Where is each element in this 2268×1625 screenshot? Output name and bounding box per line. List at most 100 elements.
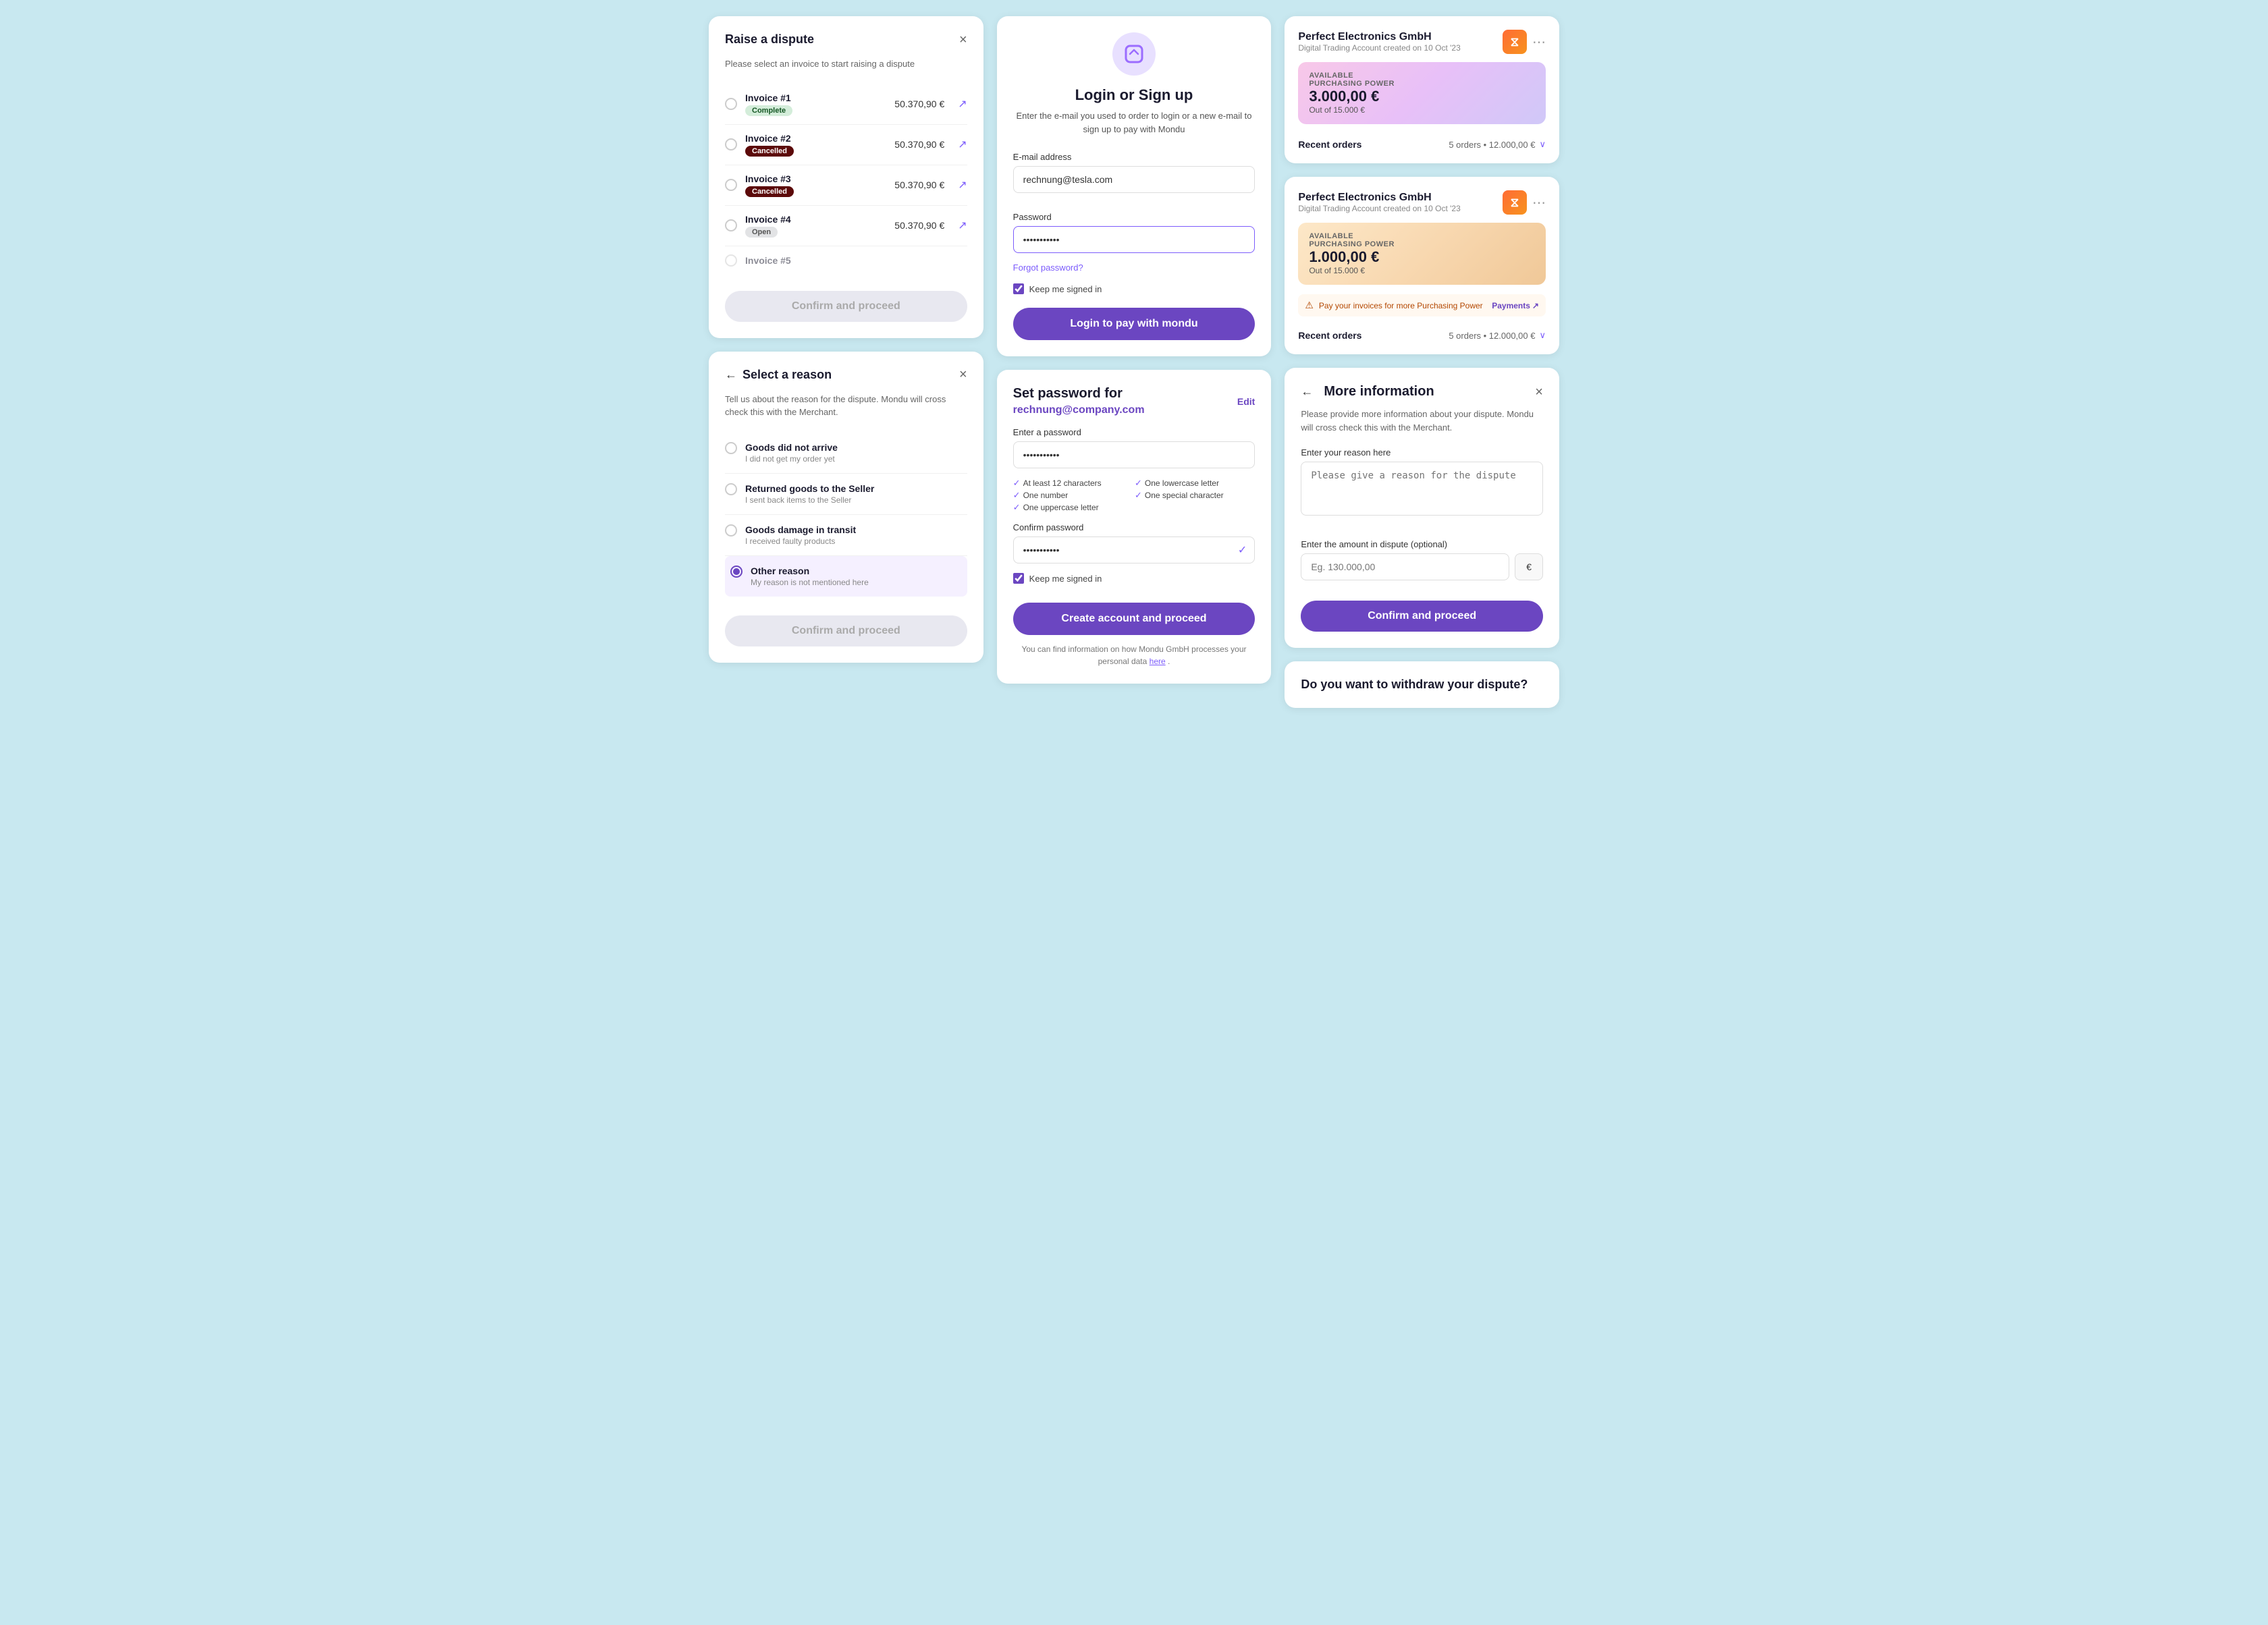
remember-me-label: Keep me signed in (1029, 284, 1102, 294)
account-2-recent-orders: Recent orders 5 orders • 12.000,00 € ∨ (1298, 325, 1546, 341)
privacy-link[interactable]: here (1150, 657, 1166, 666)
reason-back-button[interactable]: ← (725, 368, 737, 382)
dispute-header: Raise a dispute × (725, 32, 967, 47)
account-2-name: Perfect Electronics GmbH (1298, 192, 1460, 204)
invoice-amount-1: 50.370,90 € (894, 99, 944, 109)
account-2-header: Perfect Electronics GmbH Digital Trading… (1298, 190, 1546, 215)
more-info-back-button[interactable]: ← (1301, 385, 1313, 399)
invoice-radio-5[interactable] (725, 254, 737, 267)
account-1-header: Perfect Electronics GmbH Digital Trading… (1298, 30, 1546, 54)
set-password-card: Set password for rechnung@company.com Ed… (997, 370, 1272, 684)
payments-link[interactable]: Payments ↗ (1492, 301, 1539, 310)
account-2-more-icon[interactable]: ⋯ (1532, 194, 1546, 211)
more-info-close-button[interactable]: × (1535, 385, 1543, 399)
reason-item-goods-not-arrive[interactable]: Goods did not arrive I did not get my or… (725, 433, 967, 474)
account-2-power-label: AVAILABLEPURCHASING POWER (1309, 232, 1535, 248)
invoice-ext-link-1[interactable]: ↗ (958, 97, 967, 111)
new-pw-label: Enter a password (1013, 427, 1256, 437)
pw-rule-2: ✓ One lowercase letter (1135, 478, 1255, 489)
confirm-password-group: Confirm password ✓ (1013, 522, 1256, 563)
reason-sub-4: My reason is not mentioned here (751, 578, 869, 587)
more-info-subtitle: Please provide more information about yo… (1301, 408, 1543, 434)
reason-radio-1[interactable] (725, 442, 737, 454)
dispute-confirm-button[interactable]: Confirm and proceed (725, 291, 967, 322)
dispute-title: Raise a dispute (725, 32, 814, 47)
account-1-more-icon[interactable]: ⋯ (1532, 34, 1546, 51)
invoice-radio-2[interactable] (725, 138, 737, 150)
invoice-item[interactable]: Invoice #4 Open 50.370,90 € ↗ (725, 206, 967, 246)
edit-email-link[interactable]: Edit (1237, 396, 1255, 407)
invoice-radio-3[interactable] (725, 179, 737, 191)
account-2-warning: ⚠ Pay your invoices for more Purchasing … (1298, 294, 1546, 316)
invoice-ext-link-3[interactable]: ↗ (958, 178, 967, 192)
reason-radio-4[interactable] (730, 566, 742, 578)
email-input[interactable] (1013, 166, 1256, 193)
more-info-title: More information (1324, 384, 1434, 400)
reason-close-button[interactable]: × (959, 368, 967, 381)
confirm-password-input[interactable] (1013, 536, 1256, 563)
account-1-power-amount: 3.000,00 € (1309, 88, 1535, 105)
email-label: E-mail address (1013, 152, 1256, 162)
confirm-pw-input-row: ✓ (1013, 536, 1256, 563)
dispute-subtitle: Please select an invoice to start raisin… (725, 57, 967, 71)
password-input[interactable] (1013, 226, 1256, 253)
invoice-name-3: Invoice #3 (745, 173, 886, 184)
account-card-2: Perfect Electronics GmbH Digital Trading… (1285, 177, 1559, 354)
invoice-item[interactable]: Invoice #1 Complete 50.370,90 € ↗ (725, 84, 967, 125)
reason-item-returned[interactable]: Returned goods to the Seller I sent back… (725, 474, 967, 515)
pw-rule-4: ✓ One special character (1135, 490, 1255, 501)
account-1-chevron-icon[interactable]: ∨ (1539, 139, 1546, 150)
account-2-chevron-icon[interactable]: ∨ (1539, 330, 1546, 341)
amount-input[interactable] (1301, 553, 1509, 580)
set-pw-remember-checkbox[interactable] (1013, 573, 1024, 584)
invoice-name-2: Invoice #2 (745, 133, 886, 144)
create-account-button[interactable]: Create account and proceed (1013, 603, 1256, 635)
account-1-power-label: AVAILABLEPURCHASING POWER (1309, 72, 1535, 88)
warning-text: Pay your invoices for more Purchasing Po… (1319, 301, 1486, 310)
account-2-recent-label: Recent orders (1298, 330, 1361, 341)
reason-confirm-button[interactable]: Confirm and proceed (725, 615, 967, 646)
column-1: Raise a dispute × Please select an invoi… (709, 16, 983, 708)
new-password-input[interactable] (1013, 441, 1256, 468)
account-2-power-amount: 1.000,00 € (1309, 248, 1535, 266)
set-pw-title: Set password for (1013, 386, 1145, 402)
set-pw-header: Set password for rechnung@company.com Ed… (1013, 386, 1256, 416)
reason-sub-2: I sent back items to the Seller (745, 495, 874, 505)
more-info-confirm-button[interactable]: Confirm and proceed (1301, 601, 1543, 632)
login-title: Login or Sign up (1013, 86, 1256, 104)
login-button[interactable]: Login to pay with mondu (1013, 308, 1256, 340)
reason-text-group: Enter your reason here (1301, 447, 1543, 530)
invoice-radio-4[interactable] (725, 219, 737, 231)
set-pw-remember-row: Keep me signed in (1013, 573, 1256, 584)
invoice-item[interactable]: Invoice #2 Cancelled 50.370,90 € ↗ (725, 125, 967, 165)
remember-me-row: Keep me signed in (1013, 283, 1256, 294)
pw-rule-3: ✓ One number (1013, 490, 1133, 501)
reason-radio-2[interactable] (725, 483, 737, 495)
reason-item-other[interactable]: Other reason My reason is not mentioned … (725, 556, 967, 597)
select-reason-card: ← Select a reason × Tell us about the re… (709, 352, 983, 663)
set-pw-remember-label: Keep me signed in (1029, 574, 1102, 584)
invoice-item[interactable]: Invoice #5 (725, 246, 967, 275)
account-2-sub: Digital Trading Account created on 10 Oc… (1298, 204, 1460, 213)
reason-radio-3[interactable] (725, 524, 737, 536)
amount-label: Enter the amount in dispute (optional) (1301, 539, 1543, 549)
more-info-header: ← More information × (1301, 384, 1543, 400)
amount-group: Enter the amount in dispute (optional) € (1301, 539, 1543, 580)
remember-me-checkbox[interactable] (1013, 283, 1024, 294)
dispute-close-button[interactable]: × (959, 33, 967, 47)
invoice-ext-link-4[interactable]: ↗ (958, 219, 967, 232)
reason-text-label: Enter your reason here (1301, 447, 1543, 458)
privacy-note: You can find information on how Mondu Gm… (1013, 643, 1256, 667)
account-1-name: Perfect Electronics GmbH (1298, 31, 1460, 43)
withdraw-dispute-card: Do you want to withdraw your dispute? (1285, 661, 1559, 708)
invoice-badge-3: Cancelled (745, 186, 794, 197)
invoice-radio-1[interactable] (725, 98, 737, 110)
reason-textarea[interactable] (1301, 462, 1543, 516)
invoice-amount-3: 50.370,90 € (894, 180, 944, 190)
invoice-ext-link-2[interactable]: ↗ (958, 138, 967, 151)
reason-text-4: Other reason (751, 566, 869, 576)
reason-item-damage[interactable]: Goods damage in transit I received fault… (725, 515, 967, 556)
forgot-password-link[interactable]: Forgot password? (1013, 263, 1256, 273)
invoice-item[interactable]: Invoice #3 Cancelled 50.370,90 € ↗ (725, 165, 967, 206)
confirm-pw-check-icon: ✓ (1238, 543, 1247, 557)
